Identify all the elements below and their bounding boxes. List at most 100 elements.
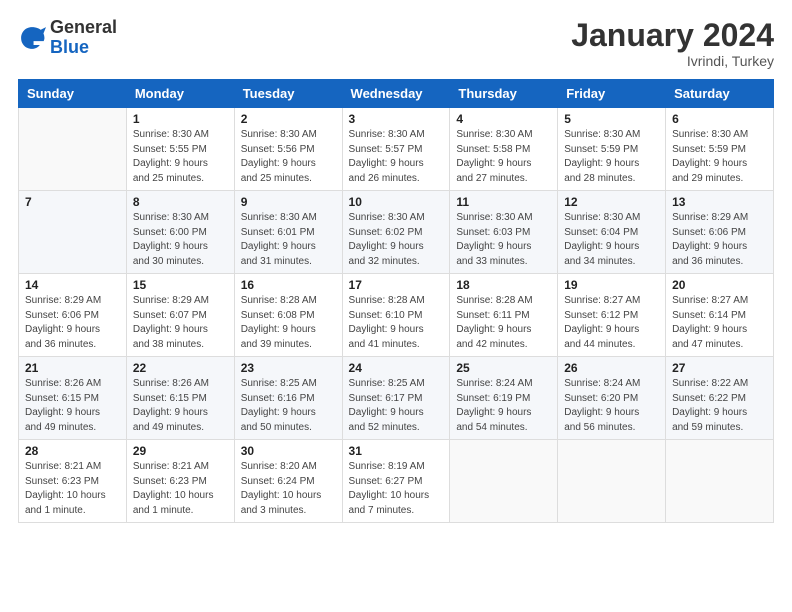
day-info: Sunrise: 8:26 AMSunset: 6:15 PMDaylight:… — [133, 377, 228, 435]
day-info: Sunrise: 8:24 AMSunset: 6:20 PMDaylight:… — [564, 377, 659, 435]
table-row — [19, 108, 127, 191]
day-number: 1 — [133, 112, 228, 126]
table-row: 10 Sunrise: 8:30 AMSunset: 6:02 PMDayligh… — [342, 191, 450, 274]
calendar-table: Sunday Monday Tuesday Wednesday Thursday… — [18, 79, 774, 523]
table-row: 7 — [19, 191, 127, 274]
day-info: Sunrise: 8:27 AMSunset: 6:12 PMDaylight:… — [564, 294, 659, 352]
table-row: 1 Sunrise: 8:30 AMSunset: 5:55 PMDaylight… — [126, 108, 234, 191]
day-info: Sunrise: 8:30 AMSunset: 6:03 PMDaylight:… — [456, 211, 551, 269]
day-number: 3 — [349, 112, 444, 126]
day-number: 6 — [672, 112, 767, 126]
day-number: 18 — [456, 278, 551, 292]
day-number: 23 — [241, 361, 336, 375]
table-row: 11 Sunrise: 8:30 AMSunset: 6:03 PMDayligh… — [450, 191, 558, 274]
day-info: Sunrise: 8:28 AMSunset: 6:08 PMDaylight:… — [241, 294, 336, 352]
table-row — [666, 440, 774, 523]
day-number: 19 — [564, 278, 659, 292]
day-number: 29 — [133, 444, 228, 458]
col-wednesday: Wednesday — [342, 80, 450, 108]
day-number: 11 — [456, 195, 551, 209]
day-number: 24 — [349, 361, 444, 375]
month-title: January 2024 — [571, 18, 774, 53]
day-info: Sunrise: 8:21 AMSunset: 6:23 PMDaylight:… — [25, 460, 120, 518]
day-info: Sunrise: 8:22 AMSunset: 6:22 PMDaylight:… — [672, 377, 767, 435]
calendar-row: 28 Sunrise: 8:21 AMSunset: 6:23 PMDayligh… — [19, 440, 774, 523]
day-info: Sunrise: 8:30 AMSunset: 6:04 PMDaylight:… — [564, 211, 659, 269]
day-info: Sunrise: 8:30 AMSunset: 5:56 PMDaylight:… — [241, 128, 336, 186]
day-number: 15 — [133, 278, 228, 292]
location-subtitle: Ivrindi, Turkey — [571, 53, 774, 69]
day-info: Sunrise: 8:30 AMSunset: 6:01 PMDaylight:… — [241, 211, 336, 269]
day-info: Sunrise: 8:30 AMSunset: 5:58 PMDaylight:… — [456, 128, 551, 186]
day-number: 14 — [25, 278, 120, 292]
day-number: 28 — [25, 444, 120, 458]
day-info: Sunrise: 8:26 AMSunset: 6:15 PMDaylight:… — [25, 377, 120, 435]
day-number: 7 — [25, 195, 120, 209]
day-info: Sunrise: 8:25 AMSunset: 6:17 PMDaylight:… — [349, 377, 444, 435]
day-number: 4 — [456, 112, 551, 126]
header-row: Sunday Monday Tuesday Wednesday Thursday… — [19, 80, 774, 108]
day-number: 10 — [349, 195, 444, 209]
day-number: 12 — [564, 195, 659, 209]
logo: General Blue — [18, 18, 117, 58]
table-row: 5Sunrise: 8:30 AMSunset: 5:59 PMDaylight… — [558, 108, 666, 191]
day-number: 5 — [564, 112, 659, 126]
day-number: 17 — [349, 278, 444, 292]
day-info: Sunrise: 8:29 AMSunset: 6:07 PMDaylight:… — [133, 294, 228, 352]
calendar-row: 78 Sunrise: 8:30 AMSunset: 6:00 PMDayligh… — [19, 191, 774, 274]
logo-icon — [18, 24, 46, 52]
page: General Blue January 2024 Ivrindi, Turke… — [0, 0, 792, 612]
day-number: 26 — [564, 361, 659, 375]
day-info: Sunrise: 8:30 AMSunset: 5:55 PMDaylight:… — [133, 128, 228, 186]
day-number: 25 — [456, 361, 551, 375]
table-row: 30Sunrise: 8:20 AMSunset: 6:24 PMDayligh… — [234, 440, 342, 523]
day-number: 13 — [672, 195, 767, 209]
logo-general: General — [50, 17, 117, 37]
day-number: 16 — [241, 278, 336, 292]
day-number: 8 — [133, 195, 228, 209]
day-number: 21 — [25, 361, 120, 375]
col-tuesday: Tuesday — [234, 80, 342, 108]
table-row: 27Sunrise: 8:22 AMSunset: 6:22 PMDayligh… — [666, 357, 774, 440]
table-row: 25 Sunrise: 8:24 AMSunset: 6:19 PMDayligh… — [450, 357, 558, 440]
table-row: 20Sunrise: 8:27 AMSunset: 6:14 PMDayligh… — [666, 274, 774, 357]
day-info: Sunrise: 8:28 AMSunset: 6:10 PMDaylight:… — [349, 294, 444, 352]
table-row: 29Sunrise: 8:21 AMSunset: 6:23 PMDayligh… — [126, 440, 234, 523]
day-number: 20 — [672, 278, 767, 292]
col-saturday: Saturday — [666, 80, 774, 108]
col-monday: Monday — [126, 80, 234, 108]
col-friday: Friday — [558, 80, 666, 108]
day-info: Sunrise: 8:30 AMSunset: 6:00 PMDaylight:… — [133, 211, 228, 269]
day-info: Sunrise: 8:24 AMSunset: 6:19 PMDaylight:… — [456, 377, 551, 435]
day-info: Sunrise: 8:29 AMSunset: 6:06 PMDaylight:… — [672, 211, 767, 269]
table-row: 18Sunrise: 8:28 AMSunset: 6:11 PMDayligh… — [450, 274, 558, 357]
table-row: 22 Sunrise: 8:26 AMSunset: 6:15 PMDayligh… — [126, 357, 234, 440]
table-row: 24 Sunrise: 8:25 AMSunset: 6:17 PMDayligh… — [342, 357, 450, 440]
calendar-row: 14 Sunrise: 8:29 AMSunset: 6:06 PMDayligh… — [19, 274, 774, 357]
day-number: 31 — [349, 444, 444, 458]
header: General Blue January 2024 Ivrindi, Turke… — [18, 18, 774, 69]
table-row — [558, 440, 666, 523]
day-info: Sunrise: 8:30 AMSunset: 6:02 PMDaylight:… — [349, 211, 444, 269]
col-sunday: Sunday — [19, 80, 127, 108]
day-number: 30 — [241, 444, 336, 458]
table-row: 26 Sunrise: 8:24 AMSunset: 6:20 PMDayligh… — [558, 357, 666, 440]
table-row: 17 Sunrise: 8:28 AMSunset: 6:10 PMDayligh… — [342, 274, 450, 357]
table-row: 9Sunrise: 8:30 AMSunset: 6:01 PMDaylight… — [234, 191, 342, 274]
logo-text: General Blue — [50, 18, 117, 58]
day-info: Sunrise: 8:19 AMSunset: 6:27 PMDaylight:… — [349, 460, 444, 518]
col-thursday: Thursday — [450, 80, 558, 108]
day-number: 2 — [241, 112, 336, 126]
day-info: Sunrise: 8:25 AMSunset: 6:16 PMDaylight:… — [241, 377, 336, 435]
day-number: 22 — [133, 361, 228, 375]
table-row: 16 Sunrise: 8:28 AMSunset: 6:08 PMDayligh… — [234, 274, 342, 357]
day-info: Sunrise: 8:30 AMSunset: 5:59 PMDaylight:… — [672, 128, 767, 186]
table-row: 15 Sunrise: 8:29 AMSunset: 6:07 PMDayligh… — [126, 274, 234, 357]
day-info: Sunrise: 8:29 AMSunset: 6:06 PMDaylight:… — [25, 294, 120, 352]
table-row — [450, 440, 558, 523]
table-row: 6 Sunrise: 8:30 AMSunset: 5:59 PMDaylight… — [666, 108, 774, 191]
day-info: Sunrise: 8:30 AMSunset: 5:57 PMDaylight:… — [349, 128, 444, 186]
table-row: 8 Sunrise: 8:30 AMSunset: 6:00 PMDaylight… — [126, 191, 234, 274]
table-row: 19 Sunrise: 8:27 AMSunset: 6:12 PMDayligh… — [558, 274, 666, 357]
table-row: 13 Sunrise: 8:29 AMSunset: 6:06 PMDayligh… — [666, 191, 774, 274]
